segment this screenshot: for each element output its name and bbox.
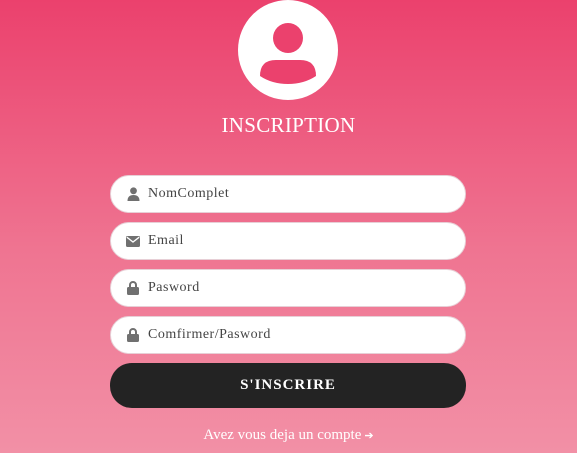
email-field[interactable] bbox=[110, 222, 466, 260]
lock-icon bbox=[126, 328, 140, 342]
confirm-password-field[interactable] bbox=[110, 316, 466, 354]
fullname-field[interactable] bbox=[110, 175, 466, 213]
fullname-input[interactable] bbox=[148, 186, 438, 202]
lock-icon bbox=[126, 281, 140, 295]
password-input[interactable] bbox=[148, 280, 438, 296]
password-field[interactable] bbox=[110, 269, 466, 307]
login-link[interactable]: Avez vous deja un compte ➔ bbox=[203, 427, 373, 443]
signup-button[interactable]: S'INSCRIRE bbox=[110, 363, 466, 408]
login-link-label: Avez vous deja un compte bbox=[203, 427, 362, 443]
login-link-container: Avez vous deja un compte ➔ bbox=[0, 427, 577, 444]
avatar bbox=[238, 0, 338, 100]
envelope-icon bbox=[126, 234, 140, 248]
arrow-right-icon: ➔ bbox=[364, 430, 374, 442]
page-title: INSCRIPTION bbox=[221, 113, 356, 137]
user-icon bbox=[126, 187, 140, 201]
email-input[interactable] bbox=[148, 233, 438, 249]
confirm-password-input[interactable] bbox=[148, 327, 438, 343]
user-avatar-icon bbox=[260, 23, 316, 84]
